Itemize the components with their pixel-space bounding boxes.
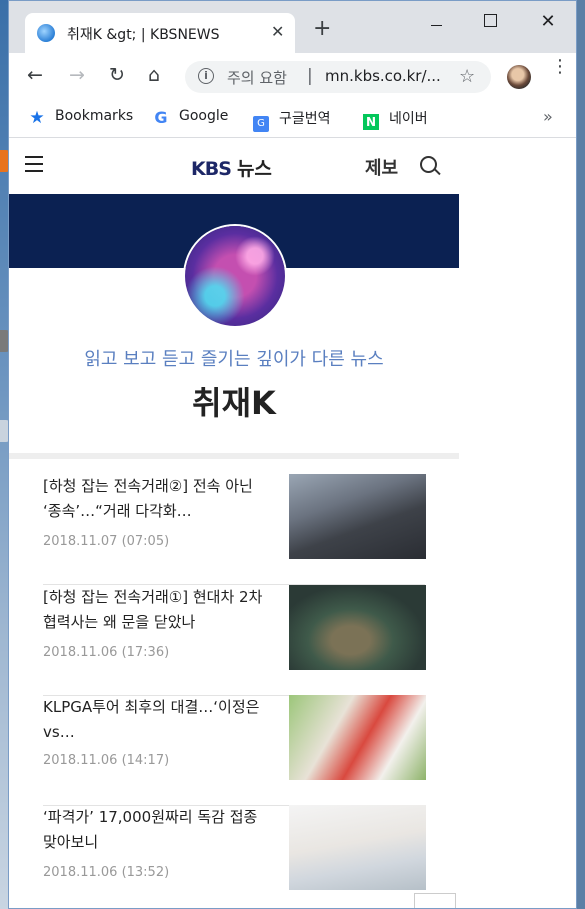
browser-toolbar: ← → ↻ ⌂ i 주의 요함 | mn.kbs.co.kr/... ☆ ⋮	[9, 53, 576, 99]
new-tab-button[interactable]: +	[313, 18, 331, 40]
logo-text-kr: 뉴스	[236, 158, 272, 180]
article-date: 2018.11.06 (13:52)	[43, 865, 170, 880]
article-title[interactable]: [하청 잡는 전속거래②] 전속 아닌 ‘종속’…“거래 다각화…	[43, 474, 265, 524]
window-close-button[interactable]: ✕	[533, 11, 563, 32]
google-icon: G	[154, 108, 168, 127]
bookmark-bookmarks[interactable]: ★ Bookmarks	[29, 108, 134, 128]
section-tagline: 읽고 보고 듣고 즐기는 깊이가 다른 뉴스	[84, 349, 384, 370]
article-title[interactable]: KLPGA투어 최후의 대결…‘이정은 vs…	[43, 695, 265, 745]
naver-icon: N	[363, 114, 379, 130]
bookmarks-bar: ★ Bookmarks G Google G 구글번역 N 네이버 »	[9, 99, 576, 138]
forward-arrow-icon[interactable]: →	[69, 65, 85, 85]
info-icon[interactable]: i	[198, 68, 214, 84]
article-date: 2018.11.07 (07:05)	[43, 534, 170, 549]
article-thumbnail[interactable]	[289, 585, 426, 670]
bookmark-label: Google	[179, 108, 229, 124]
article-item[interactable]: [하청 잡는 전속거래①] 현대차 2차 협력사는 왜 문을 닫았나 2018.…	[43, 585, 426, 696]
hamburger-menu-icon[interactable]	[25, 156, 43, 177]
tab-strip: 취재K &gt; | KBSNEWS ✕ + ✕	[9, 1, 576, 53]
scroll-top-button[interactable]	[414, 893, 456, 908]
maximize-button[interactable]	[475, 11, 505, 31]
minimize-icon	[430, 24, 442, 26]
article-thumbnail[interactable]	[289, 805, 426, 890]
article-thumbnail[interactable]	[289, 474, 426, 559]
tab-active[interactable]: 취재K &gt; | KBSNEWS ✕	[25, 13, 295, 53]
report-link[interactable]: 제보	[365, 154, 398, 180]
logo-text-en: KBS	[191, 158, 232, 180]
article-item[interactable]: [하청 잡는 전속거래②] 전속 아닌 ‘종속’…“거래 다각화… 2018.1…	[43, 474, 426, 585]
site-header: KBS 뉴스 제보	[9, 138, 459, 194]
bookmark-google[interactable]: G Google	[153, 108, 228, 126]
browser-window: 취재K &gt; | KBSNEWS ✕ + ✕ ← → ↻ ⌂ i 주의 요함…	[8, 0, 577, 909]
bookmark-google-translate[interactable]: G 구글번역	[253, 108, 331, 132]
security-warning-label: 주의 요함	[227, 69, 287, 87]
article-thumbnail[interactable]	[289, 695, 426, 780]
google-translate-icon: G	[253, 116, 269, 132]
section-divider	[9, 453, 459, 459]
bookmark-star-icon[interactable]: ☆	[459, 66, 475, 87]
reload-icon[interactable]: ↻	[109, 65, 125, 85]
address-separator: |	[307, 66, 313, 86]
article-date: 2018.11.06 (17:36)	[43, 645, 170, 660]
article-title[interactable]: [하청 잡는 전속거래①] 현대차 2차 협력사는 왜 문을 닫았나	[43, 585, 265, 635]
search-icon[interactable]	[420, 156, 437, 173]
minimize-button[interactable]	[421, 11, 451, 31]
url-text[interactable]: mn.kbs.co.kr/...	[325, 67, 441, 85]
tab-close-icon[interactable]: ✕	[271, 22, 284, 41]
article-item[interactable]: ‘파격가’ 17,000원짜리 독감 접종 맞아보니 2018.11.06 (1…	[43, 805, 426, 908]
kbs-favicon-icon	[37, 24, 55, 42]
browser-menu-icon[interactable]: ⋮	[551, 58, 569, 76]
article-title[interactable]: ‘파격가’ 17,000원짜리 독감 접종 맞아보니	[43, 805, 265, 855]
web-page: KBS 뉴스 제보 읽고 보고 듣고 즐기는 깊이가 다른 뉴스 취재K [하청…	[9, 138, 459, 908]
more-bookmarks-icon[interactable]: »	[543, 107, 553, 126]
bookmark-label: 네이버	[389, 111, 428, 127]
back-arrow-icon[interactable]: ←	[27, 65, 43, 85]
kbs-news-logo[interactable]: KBS 뉴스	[191, 154, 272, 181]
section-title: 취재K	[192, 384, 276, 422]
article-item[interactable]: KLPGA투어 최후의 대결…‘이정은 vs… 2018.11.06 (14:1…	[43, 695, 426, 806]
bookmark-naver[interactable]: N 네이버	[363, 108, 428, 130]
home-icon[interactable]: ⌂	[148, 65, 160, 85]
address-bar[interactable]: i 주의 요함 | mn.kbs.co.kr/... ☆	[185, 61, 491, 93]
section-profile-image	[185, 226, 285, 326]
bookmark-label: Bookmarks	[55, 108, 134, 124]
article-date: 2018.11.06 (14:17)	[43, 753, 170, 768]
tab-title: 취재K &gt; | KBSNEWS	[67, 27, 220, 43]
page-margin	[459, 138, 576, 908]
profile-avatar[interactable]	[507, 65, 531, 89]
bookmark-label: 구글번역	[279, 111, 331, 127]
star-icon: ★	[29, 108, 45, 128]
maximize-icon	[483, 14, 497, 27]
